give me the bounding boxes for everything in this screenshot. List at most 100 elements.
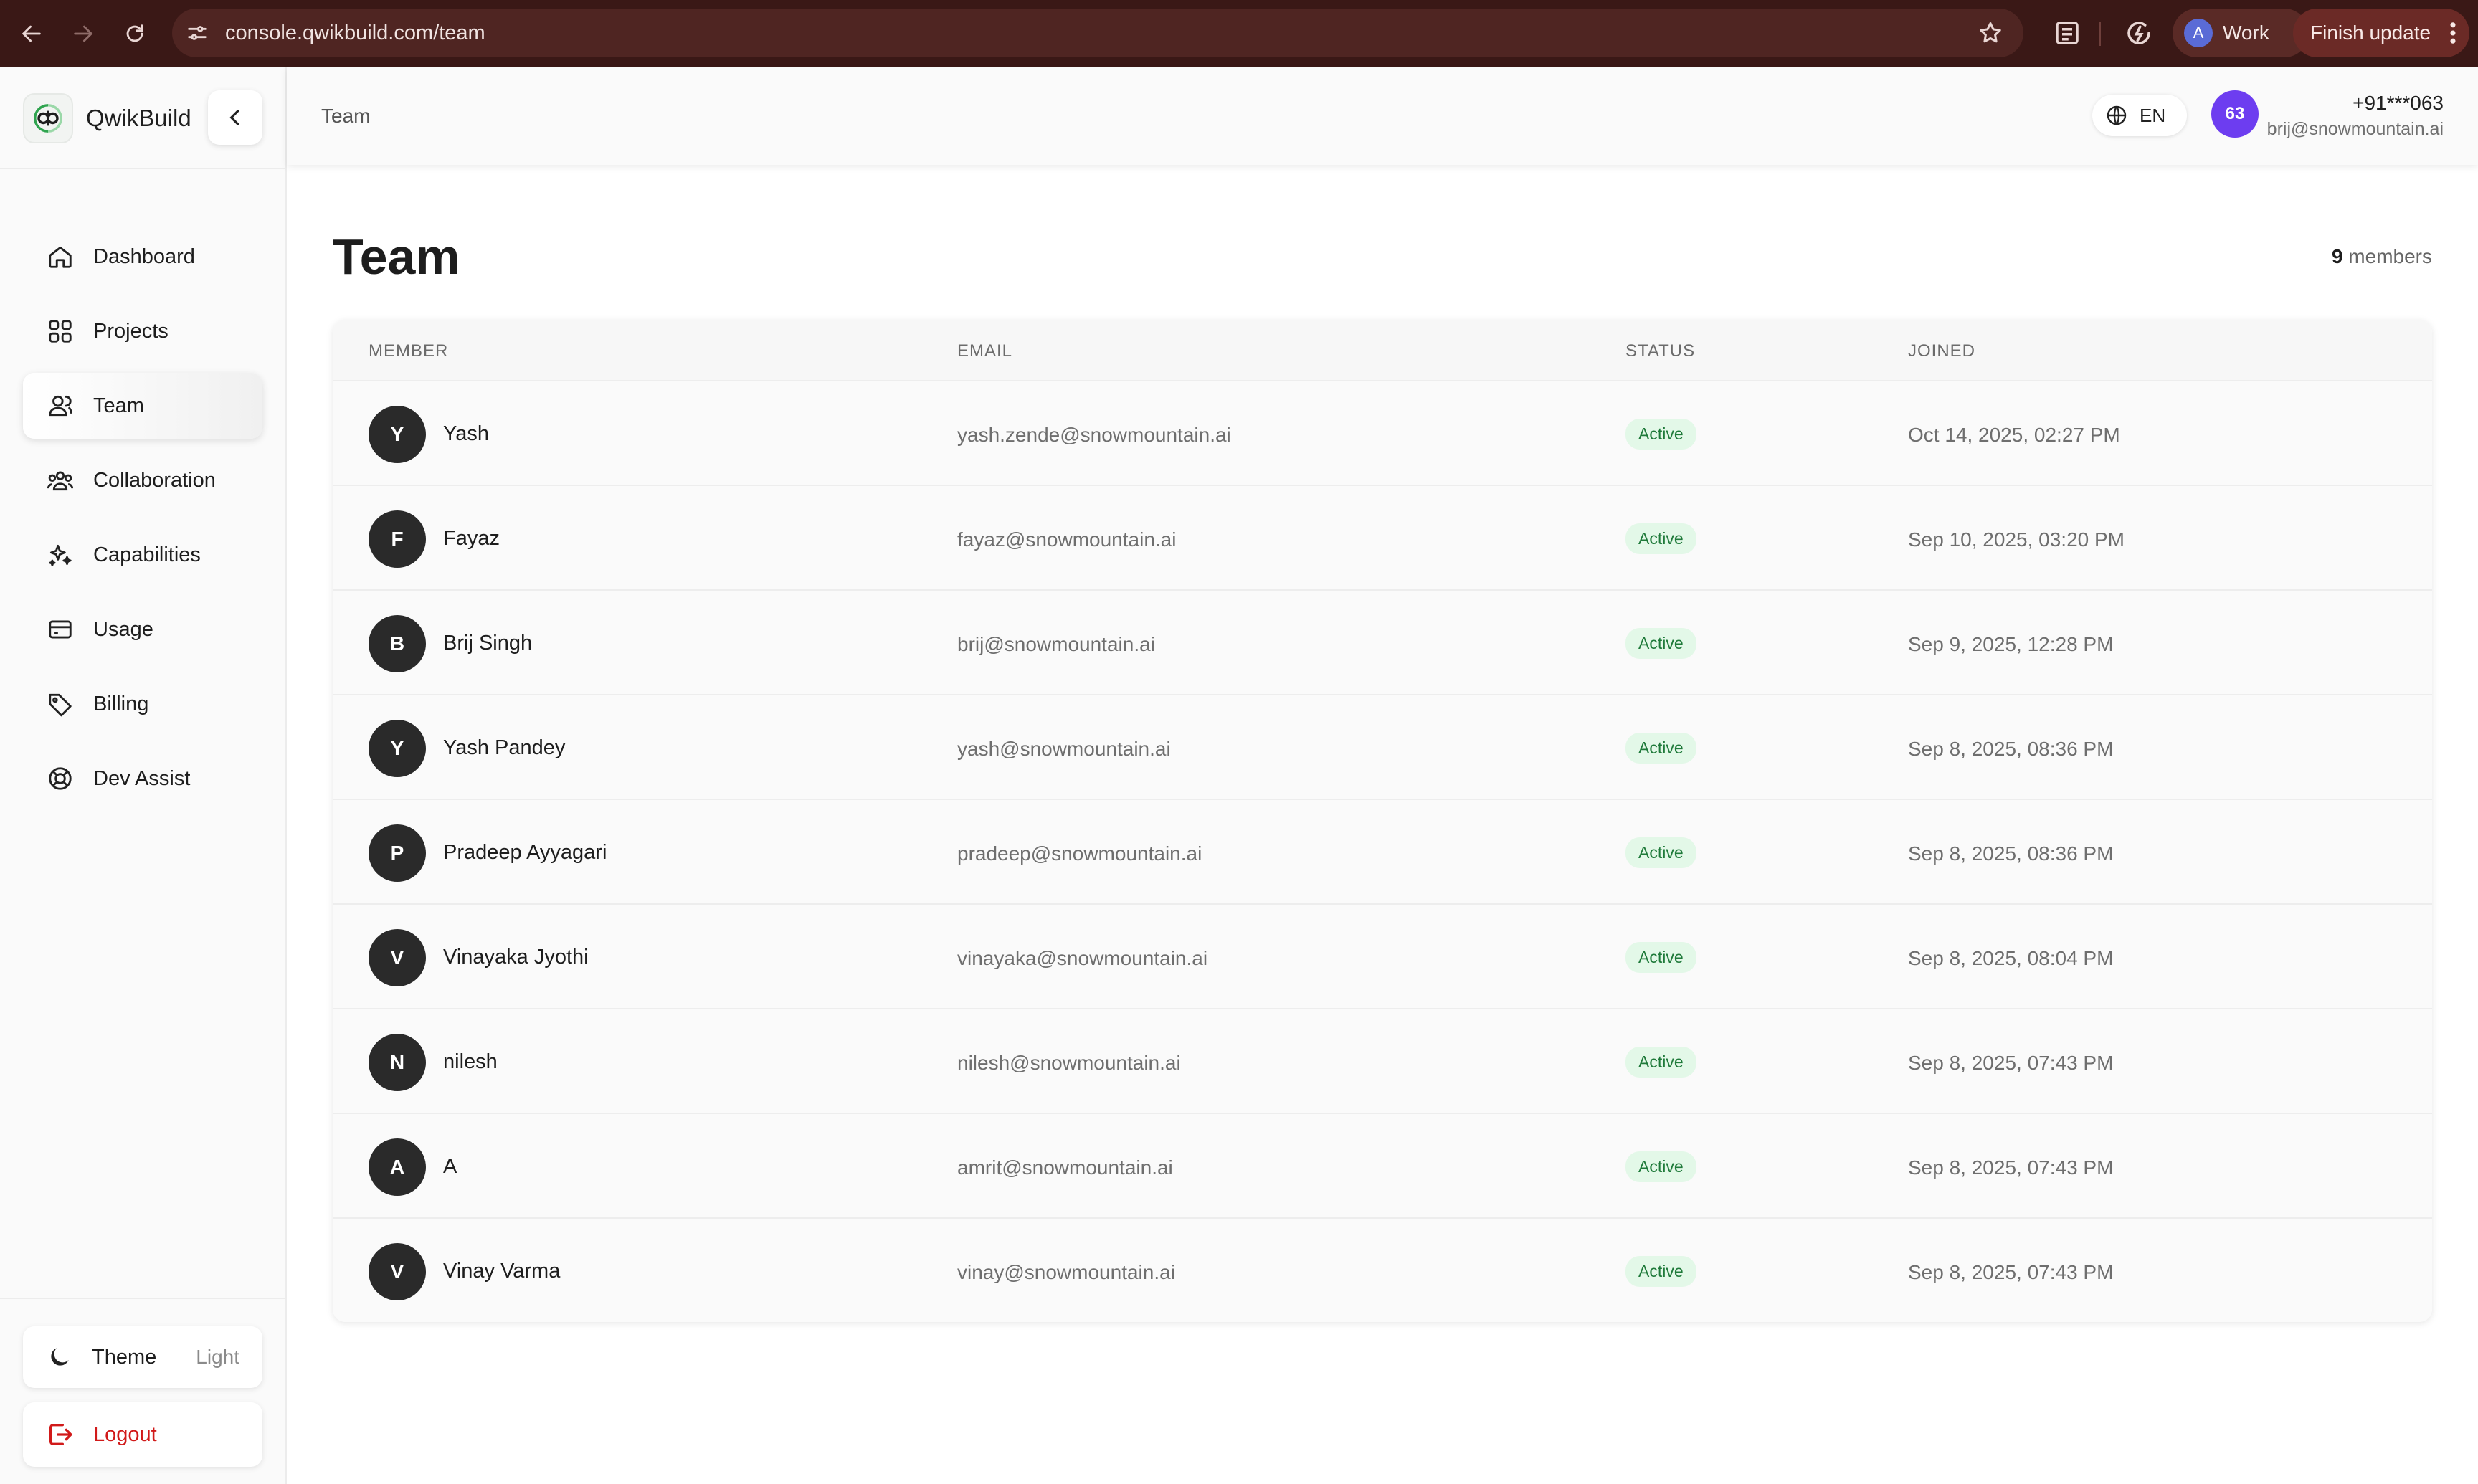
member-avatar: F [369,510,426,568]
page-title: Team [333,229,460,285]
home-icon [46,242,75,271]
reload-button[interactable] [115,14,155,54]
logout-icon [49,1424,72,1445]
sidebar-item-label: Projects [93,319,168,343]
member-email: yash@snowmountain.ai [957,738,1171,760]
sidebar-divider [0,168,287,169]
member-avatar: Y [369,720,426,777]
brand-name: QwikBuild [86,105,191,131]
sidebar-item-label: Capabilities [93,543,201,566]
table-row[interactable]: V Vinayaka Jyothi vinayaka@snowmountain.… [333,903,2432,1008]
table-row[interactable]: P Pradeep Ayyagari pradeep@snowmountain.… [333,799,2432,903]
member-avatar: V [369,929,426,986]
table-row[interactable]: Y Yash yash.zende@snowmountain.ai Active… [333,380,2432,485]
sidebar-item-team[interactable]: Team [23,373,262,439]
moon-icon [51,1348,69,1366]
finish-update-button[interactable]: Finish update [2293,9,2469,57]
grid-icon [46,317,75,346]
sidebar-item-projects[interactable]: Projects [23,298,262,364]
member-joined: Sep 8, 2025, 08:36 PM [1908,738,2114,760]
sidebar-item-dev-assist[interactable]: Dev Assist [23,746,262,812]
theme-label: Theme [92,1345,157,1369]
member-avatar: P [369,824,426,882]
language-selector[interactable]: EN [2092,95,2187,136]
status-badge: Active [1625,1151,1696,1182]
profile-avatar: A [2184,19,2213,47]
member-avatar: B [369,615,426,672]
bookmark-star-icon[interactable] [1978,20,2003,46]
browser-toolbar: console.qwikbuild.com/team A Work Finish… [0,0,2478,67]
member-email: pradeep@snowmountain.ai [957,842,1202,865]
user-email: brij@snowmountain.ai [2266,119,2444,139]
member-email: yash.zende@snowmountain.ai [957,424,1231,446]
user-avatar[interactable]: 63 [2211,90,2259,138]
tag-icon [46,690,75,718]
table-row[interactable]: N nilesh nilesh@snowmountain.ai Active S… [333,1008,2432,1113]
performance-icon[interactable] [2124,18,2154,48]
member-email: brij@snowmountain.ai [957,633,1155,655]
sidebar-item-dashboard[interactable]: Dashboard [23,224,262,290]
address-bar[interactable]: console.qwikbuild.com/team [172,9,2023,57]
status-badge: Active [1625,837,1696,868]
team-table: MEMBER EMAIL STATUS JOINED Y Yash yash.z… [333,320,2432,1322]
member-name: Fayaz [443,527,500,550]
member-joined: Sep 8, 2025, 07:43 PM [1908,1156,2114,1179]
sidebar-item-label: Dev Assist [93,766,191,790]
sidebar-item-label: Team [93,394,144,417]
member-joined: Sep 10, 2025, 03:20 PM [1908,528,2125,551]
member-name: Vinayaka Jyothi [443,946,589,969]
member-email: nilesh@snowmountain.ai [957,1052,1181,1074]
arrow-left-icon [22,25,41,42]
member-count-suffix: members [2342,245,2432,267]
site-settings-icon[interactable] [185,21,209,45]
column-header-joined: JOINED [1908,341,1976,361]
member-avatar: V [369,1243,426,1300]
column-header-member: MEMBER [369,341,449,361]
forward-button[interactable] [63,14,103,54]
user-phone: +91***063 [2353,92,2444,114]
sidebar-nav: Dashboard Projects Team Collaboration Ca… [23,224,262,820]
top-header: Team EN 63 +91***063 brij@snowmountain.a… [287,67,2478,165]
column-header-status: STATUS [1625,341,1696,361]
toolbar-separator [2099,22,2101,46]
table-row[interactable]: V Vinay Varma vinay@snowmountain.ai Acti… [333,1217,2432,1322]
status-badge: Active [1625,628,1696,659]
member-name: Brij Singh [443,632,533,655]
sparkles-icon [46,541,75,569]
arrow-right-icon [74,25,93,42]
table-row[interactable]: Y Yash Pandey yash@snowmountain.ai Activ… [333,694,2432,799]
member-avatar: Y [369,406,426,463]
status-badge: Active [1625,419,1696,450]
logout-label: Logout [93,1422,157,1446]
sidebar-item-label: Dashboard [93,244,195,268]
table-row[interactable]: A A amrit@snowmountain.ai Active Sep 8, … [333,1113,2432,1217]
member-name: Pradeep Ayyagari [443,841,607,864]
chevron-left-icon [229,110,239,125]
finish-update-label: Finish update [2310,22,2431,44]
theme-value: Light [196,1346,239,1368]
sidebar-item-capabilities[interactable]: Capabilities [23,522,262,588]
sidebar-item-collaboration[interactable]: Collaboration [23,447,262,513]
table-header: MEMBER EMAIL STATUS JOINED [333,320,2432,380]
collapse-sidebar-button[interactable] [208,90,262,145]
reading-list-icon[interactable] [2052,18,2082,48]
sidebar-item-label: Billing [93,692,149,715]
member-joined: Sep 8, 2025, 07:43 PM [1908,1261,2114,1283]
qwikbuild-logo [23,93,73,143]
sidebar-item-billing[interactable]: Billing [23,671,262,737]
member-joined: Sep 9, 2025, 12:28 PM [1908,633,2114,655]
breadcrumb: Team [321,105,371,127]
profile-button[interactable]: A Work [2173,9,2309,57]
status-badge: Active [1625,733,1696,764]
member-joined: Sep 8, 2025, 08:04 PM [1908,947,2114,969]
member-email: vinayaka@snowmountain.ai [957,947,1208,969]
table-row[interactable]: F Fayaz fayaz@snowmountain.ai Active Sep… [333,485,2432,589]
table-row[interactable]: B Brij Singh brij@snowmountain.ai Active… [333,589,2432,694]
back-button[interactable] [11,14,52,54]
url-text[interactable]: console.qwikbuild.com/team [225,22,485,45]
sidebar-item-usage[interactable]: Usage [23,596,262,662]
logout-button[interactable]: Logout [23,1402,262,1467]
brand[interactable]: QwikBuild [23,93,191,143]
status-badge: Active [1625,942,1696,973]
theme-toggle[interactable]: Theme Light [23,1326,262,1388]
